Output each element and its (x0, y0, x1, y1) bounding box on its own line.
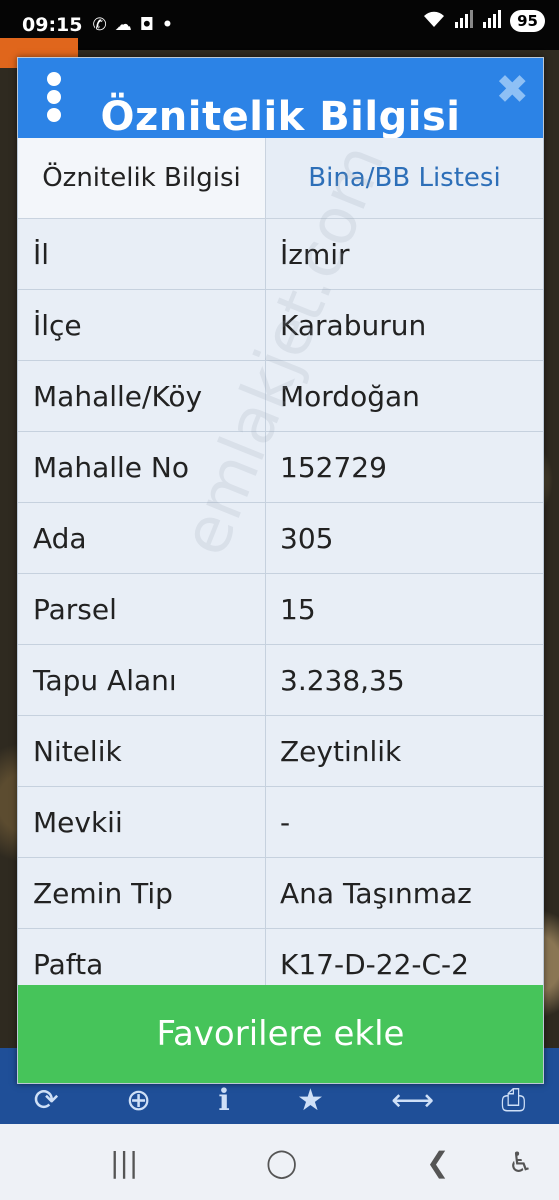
row-value: İzmir (280, 237, 350, 271)
status-bar: 09:15 ✆ ☁ ◘ • 95 (0, 0, 559, 50)
instagram-icon: ◘ (139, 15, 155, 35)
accessibility-icon[interactable]: ♿ (508, 1146, 533, 1179)
system-nav-bar: ||| ◯ ❮ ♿ (0, 1124, 559, 1200)
row-label: Mahalle No (18, 432, 266, 502)
table-row: Mevkii - (18, 787, 543, 858)
add-favorite-button[interactable]: Favorilere ekle (18, 985, 543, 1083)
status-time: 09:15 (22, 14, 83, 36)
signal-icon (454, 10, 474, 32)
wifi-icon (422, 10, 446, 32)
row-value: Zeytinlik (280, 734, 402, 768)
locate-icon[interactable]: ⊕ (126, 1083, 151, 1118)
table-row: Tapu Alanı 3.238,35 (18, 645, 543, 716)
row-label: Nitelik (18, 716, 266, 786)
back-icon[interactable]: ❮ (426, 1146, 449, 1179)
table-row: İlçe Karaburun (18, 290, 543, 361)
row-value: 15 (280, 592, 316, 626)
cloud-icon: ☁ (114, 15, 132, 35)
table-row: Mahalle/Köy Mordoğan (18, 361, 543, 432)
info-icon[interactable]: ℹ (218, 1083, 229, 1118)
refresh-icon[interactable]: ⟳ (34, 1083, 59, 1118)
row-label: İlçe (18, 290, 266, 360)
dialog-title: Öznitelik Bilgisi (100, 94, 461, 138)
table-row: Zemin Tip Ana Taşınmaz (18, 858, 543, 929)
row-value: 152729 (280, 450, 387, 484)
close-icon[interactable]: ✖ (495, 70, 529, 110)
row-label: Parsel (18, 574, 266, 644)
whatsapp-icon: ✆ (92, 15, 107, 35)
row-label: Mahalle/Köy (18, 361, 266, 431)
dot-icon: • (162, 15, 173, 35)
notification-icons: ✆ ☁ ◘ • (92, 15, 172, 35)
dialog-header: Öznitelik Bilgisi ✖ (18, 58, 543, 138)
row-value: 305 (280, 521, 334, 555)
attribute-dialog: Öznitelik Bilgisi ✖ Öznitelik Bilgisi Bi… (17, 57, 544, 1084)
table-row: İl İzmir (18, 219, 543, 290)
tab-attribute-info[interactable]: Öznitelik Bilgisi (18, 138, 266, 218)
print-icon[interactable]: ⎙ (501, 1083, 525, 1118)
row-value: 3.238,35 (280, 663, 405, 697)
row-label: Ada (18, 503, 266, 573)
battery-indicator: 95 (510, 10, 545, 32)
signal-icon-2 (482, 10, 502, 32)
row-label: Zemin Tip (18, 858, 266, 928)
row-value: Ana Taşınmaz (280, 876, 472, 910)
measure-icon[interactable]: ⟷ (391, 1083, 434, 1118)
home-icon[interactable]: ◯ (266, 1146, 297, 1179)
attribute-table: İl İzmir İlçe Karaburun Mahalle/Köy Mord… (18, 219, 543, 1000)
table-row: Mahalle No 152729 (18, 432, 543, 503)
table-row: Ada 305 (18, 503, 543, 574)
star-icon[interactable]: ★ (297, 1083, 324, 1118)
row-label: İl (18, 219, 266, 289)
row-value: Karaburun (280, 308, 427, 342)
row-value: Mordoğan (280, 379, 420, 413)
row-value: - (280, 805, 291, 839)
table-row: Parsel 15 (18, 574, 543, 645)
recent-apps-icon[interactable]: ||| (110, 1146, 138, 1179)
dialog-tabs: Öznitelik Bilgisi Bina/BB Listesi (18, 138, 543, 219)
table-row: Nitelik Zeytinlik (18, 716, 543, 787)
row-label: Mevkii (18, 787, 266, 857)
row-label: Tapu Alanı (18, 645, 266, 715)
tab-building-list[interactable]: Bina/BB Listesi (266, 138, 543, 218)
status-right: 95 (422, 10, 545, 32)
